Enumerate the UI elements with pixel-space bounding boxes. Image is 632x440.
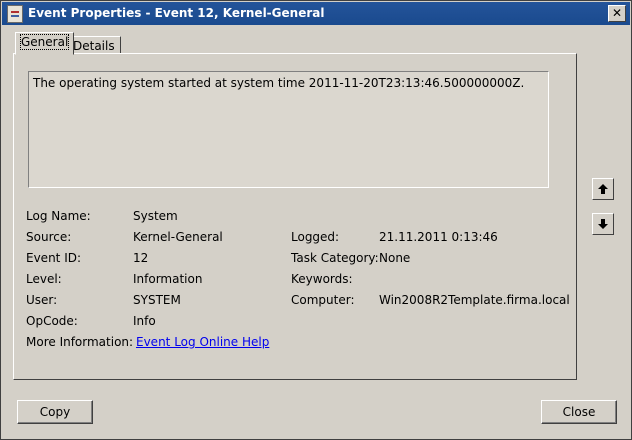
window-title: Event Properties - Event 12, Kernel-Gene…: [28, 6, 325, 20]
task-category-label: Task Category:: [291, 251, 379, 265]
next-event-button[interactable]: [592, 213, 614, 235]
user-label: User:: [26, 293, 58, 307]
opcode-value: Info: [133, 314, 156, 328]
arrow-down-icon: [598, 219, 608, 229]
event-id-value: 12: [133, 251, 149, 265]
event-properties-window: Event Properties - Event 12, Kernel-Gene…: [0, 0, 632, 440]
event-log-online-help-link[interactable]: Event Log Online Help: [136, 335, 269, 349]
computer-label: Computer:: [291, 293, 355, 307]
close-window-button[interactable]: ✕: [608, 5, 626, 22]
logged-value: 21.11.2011 0:13:46: [379, 230, 498, 244]
tab-general[interactable]: General: [15, 32, 75, 55]
event-viewer-app-icon: [7, 5, 23, 23]
copy-button[interactable]: Copy: [17, 400, 93, 424]
keywords-label: Keywords:: [291, 272, 353, 286]
computer-value: Win2008R2Template.firma.local: [379, 293, 570, 307]
event-id-label: Event ID:: [26, 251, 82, 265]
log-name-label: Log Name:: [26, 209, 91, 223]
more-information-label: More Information:: [26, 335, 134, 349]
event-message-box[interactable]: The operating system started at system t…: [28, 71, 549, 188]
close-button[interactable]: Close: [541, 400, 617, 424]
log-name-value: System: [133, 209, 178, 223]
tab-details-label: Details: [73, 39, 115, 53]
task-category-value: None: [379, 251, 411, 265]
opcode-label: OpCode:: [26, 314, 78, 328]
user-value: SYSTEM: [133, 293, 181, 307]
tab-general-label: General: [19, 34, 70, 50]
level-label: Level:: [26, 272, 62, 286]
general-tab-panel: The operating system started at system t…: [13, 53, 577, 380]
source-label: Source:: [26, 230, 72, 244]
title-bar[interactable]: Event Properties - Event 12, Kernel-Gene…: [2, 2, 630, 25]
logged-label: Logged:: [291, 230, 340, 244]
source-value: Kernel-General: [133, 230, 223, 244]
arrow-up-icon: [598, 184, 608, 194]
level-value: Information: [133, 272, 203, 286]
previous-event-button[interactable]: [592, 178, 614, 200]
